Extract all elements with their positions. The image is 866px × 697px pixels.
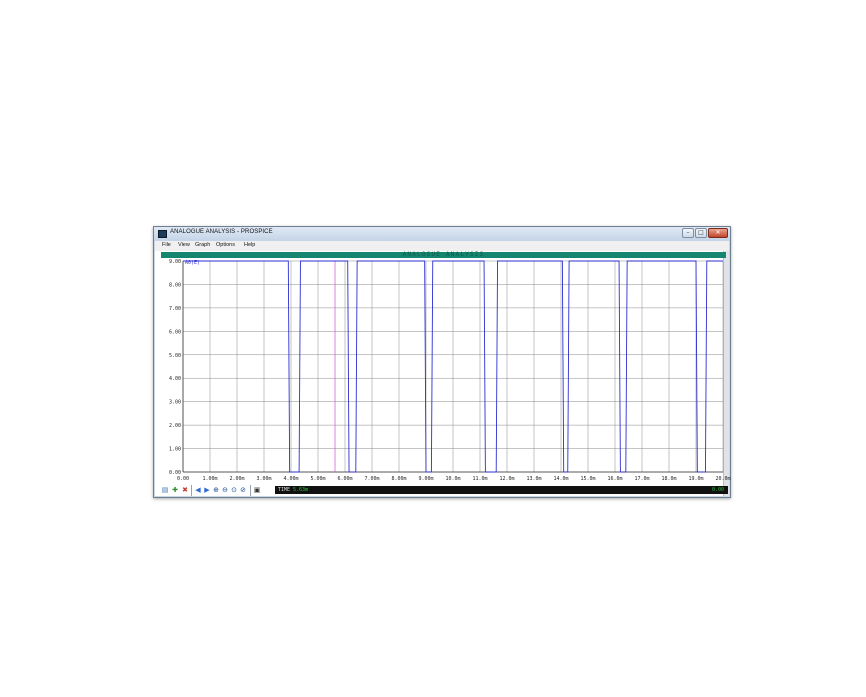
x-tick-label: 1.00m xyxy=(202,476,217,482)
zoom-out-icon[interactable]: ⊖ xyxy=(221,486,229,494)
y-tick-label: 7.00 xyxy=(169,306,181,312)
zoom-area-icon[interactable]: ⊘ xyxy=(239,486,247,494)
x-tick-label: 4.00m xyxy=(283,476,298,482)
app-icon xyxy=(158,230,167,238)
x-tick-label: 7.00m xyxy=(364,476,379,482)
y-tick-label: 3.00 xyxy=(169,400,181,406)
maximize-button[interactable]: □ xyxy=(695,228,707,238)
y-tick-label: 2.00 xyxy=(169,423,181,429)
x-tick-label: 3.00m xyxy=(256,476,271,482)
x-tick-label: 14.0m xyxy=(553,476,568,482)
x-tick-label: 5.00m xyxy=(310,476,325,482)
prospice-window: ANALOGUE ANALYSIS - PROSPICE – □ ✕ File … xyxy=(153,226,731,498)
menu-bar: File View Graph Options Help xyxy=(155,241,729,251)
toolbar-separator xyxy=(191,485,192,496)
status-bar: TIME 5.63m 0.00 xyxy=(275,486,728,494)
arrow-right-icon[interactable]: ▶ xyxy=(203,486,211,494)
graph-properties-icon[interactable]: ▤ xyxy=(161,486,169,494)
y-tick-label: 9.00 xyxy=(169,259,181,265)
status-right-value: 0.00 xyxy=(711,487,724,493)
menu-file[interactable]: File xyxy=(162,242,171,248)
graph-toolbar: ▤ ✚ ✖ ◀ ▶ ⊕ ⊖ ⊙ ⊘ ▣ xyxy=(161,485,276,497)
menu-graph[interactable]: Graph xyxy=(195,242,210,248)
x-tick-label: 2.00m xyxy=(229,476,244,482)
y-tick-label: 4.00 xyxy=(169,376,181,382)
x-tick-label: 15.0m xyxy=(580,476,595,482)
graph-plot[interactable]: 0.00 1.00m 2.00m 3.00m 4.00m 5.00m 6.00m 7.00m 8… xyxy=(155,251,731,485)
menu-options[interactable]: Options xyxy=(216,242,235,248)
x-tick-label: 17.0m xyxy=(634,476,649,482)
y-tick-label: 5.00 xyxy=(169,353,181,359)
menu-help[interactable]: Help xyxy=(244,242,255,248)
status-time-value: 5.63m xyxy=(293,487,309,493)
x-tick-label: 0.00 xyxy=(177,476,189,482)
menu-view[interactable]: View xyxy=(178,242,190,248)
y-tick-label: 0.00 xyxy=(169,470,181,476)
x-tick-label: 11.0m xyxy=(472,476,487,482)
add-trace-icon[interactable]: ✚ xyxy=(171,486,179,494)
x-tick-label: 10.0m xyxy=(445,476,460,482)
zoom-in-icon[interactable]: ⊕ xyxy=(212,486,220,494)
trace-label: A0(E) xyxy=(185,260,200,266)
x-tick-label: 16.0m xyxy=(607,476,622,482)
x-tick-label: 19.0m xyxy=(688,476,703,482)
window-title: ANALOGUE ANALYSIS - PROSPICE xyxy=(170,229,273,235)
x-tick-label: 20.0m xyxy=(715,476,730,482)
zoom-all-icon[interactable]: ⊙ xyxy=(230,486,238,494)
minimize-button[interactable]: – xyxy=(682,228,694,238)
y-tick-label: 8.00 xyxy=(169,282,181,288)
x-tick-label: 8.00m xyxy=(391,476,406,482)
delete-trace-icon[interactable]: ✖ xyxy=(181,486,189,494)
toolbar-separator xyxy=(250,485,251,496)
y-tick-label: 1.00 xyxy=(169,447,181,453)
x-tick-label: 12.0m xyxy=(499,476,514,482)
x-tick-label: 9.00m xyxy=(418,476,433,482)
title-bar[interactable]: ANALOGUE ANALYSIS - PROSPICE – □ ✕ xyxy=(154,227,730,241)
graph-client-area: ANALOGUE ANALYSIS 0.00 1.00m 2.00m 3.00m 4.0… xyxy=(155,251,731,497)
x-tick-label: 18.0m xyxy=(661,476,676,482)
status-label: TIME xyxy=(278,487,291,493)
x-tick-label: 13.0m xyxy=(526,476,541,482)
close-button[interactable]: ✕ xyxy=(708,228,728,238)
x-tick-label: 6.00m xyxy=(337,476,352,482)
arrow-left-icon[interactable]: ◀ xyxy=(194,486,202,494)
y-tick-label: 6.00 xyxy=(169,329,181,335)
view-log-icon[interactable]: ▣ xyxy=(253,486,261,494)
